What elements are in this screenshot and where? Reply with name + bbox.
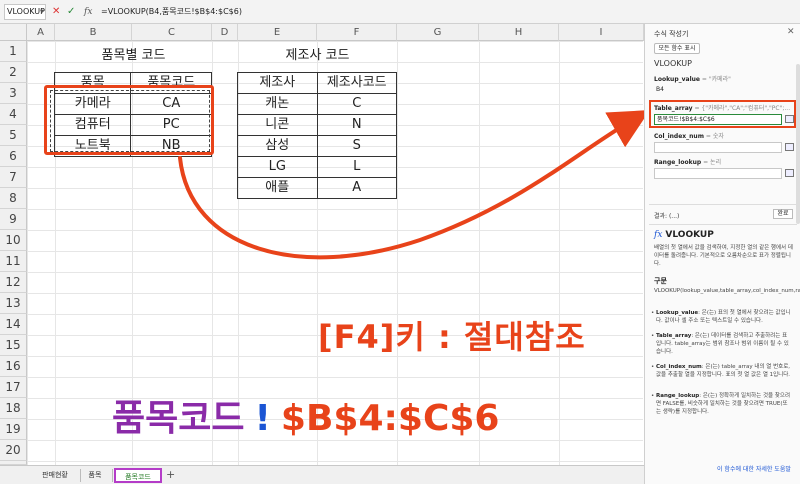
chevron-down-icon[interactable]: ▼: [40, 9, 44, 15]
table-cell[interactable]: A: [316, 177, 398, 199]
column-header-d[interactable]: D: [212, 24, 238, 41]
cancel-icon[interactable]: ✕: [52, 6, 60, 18]
sheet-tab-item-codes[interactable]: 품목코드: [114, 468, 162, 483]
row-header[interactable]: 3: [0, 83, 27, 104]
sheet-tab-items[interactable]: 품목: [82, 468, 108, 483]
row-header[interactable]: 14: [0, 314, 27, 335]
collapse-dialog-icon[interactable]: [785, 115, 794, 123]
select-all-corner[interactable]: [0, 24, 27, 41]
add-sheet-button[interactable]: +: [166, 468, 175, 482]
column-header-a[interactable]: A: [27, 24, 55, 41]
result-label: 결과: (...): [654, 213, 680, 220]
sheet-tabs: 판매현황 품목 품목코드 +: [0, 465, 644, 484]
sheet-tab-sales[interactable]: 판매현황: [34, 468, 76, 483]
arg-help: Table_array: 은(는) 데이터를 검색하고 추출하려는 표입니다. …: [651, 332, 792, 356]
arg-label: Col_index_num = 숫자: [654, 133, 724, 140]
table-header-cell[interactable]: 제조사코드: [316, 72, 398, 94]
row-header[interactable]: 7: [0, 167, 27, 188]
row-header[interactable]: 15: [0, 335, 27, 356]
right-table: 제조사 제조사코드 캐논 C 니콘 N 삼성 S LG L 애플 A: [237, 72, 398, 199]
highlight-box: [44, 85, 214, 155]
row-header[interactable]: 2: [0, 62, 27, 83]
row-header[interactable]: 10: [0, 230, 27, 251]
insert-function-icon[interactable]: fx: [84, 6, 92, 18]
row-header[interactable]: 16: [0, 356, 27, 377]
table-array-input[interactable]: 품목코드!$B$4:$C$6: [654, 114, 782, 125]
table-header-cell[interactable]: 제조사: [237, 72, 318, 94]
column-header-f[interactable]: F: [317, 24, 397, 41]
row-header[interactable]: 12: [0, 272, 27, 293]
arg-label: Range_lookup = 논리: [654, 159, 722, 166]
formula-builder-pane: 수식 작성기 ✕ 모든 함수 표시 VLOOKUP Lookup_value =…: [644, 24, 800, 484]
lookup-value-input[interactable]: B4: [654, 85, 782, 96]
syntax-text: VLOOKUP(lookup_value,table_array,col_ind…: [654, 288, 800, 294]
table-cell[interactable]: 삼성: [237, 135, 318, 157]
enter-icon[interactable]: ✓: [67, 6, 75, 18]
reference-range: $B$4:$C$6: [280, 398, 500, 439]
table-cell[interactable]: N: [316, 114, 398, 136]
table-cell[interactable]: L: [316, 156, 398, 178]
help-title: fx VLOOKUP: [654, 230, 714, 240]
arg-help: Range_lookup: 은(는) 정확하게 일치하는 것을 찾으려면 FAL…: [651, 392, 792, 416]
row-header[interactable]: 6: [0, 146, 27, 167]
column-header-h[interactable]: H: [479, 24, 559, 41]
collapse-dialog-icon[interactable]: [785, 143, 794, 151]
function-icon: fx: [654, 230, 663, 240]
right-table-title: 제조사 코드: [285, 48, 350, 63]
row-header[interactable]: 5: [0, 125, 27, 146]
table-cell[interactable]: C: [316, 93, 398, 115]
arg-help: Col_index_num: 은(는) table_array 내의 열 번호로…: [651, 363, 792, 379]
show-all-functions-button[interactable]: 모든 함수 표시: [654, 43, 700, 54]
column-header-e[interactable]: E: [238, 24, 317, 41]
row-header[interactable]: 11: [0, 251, 27, 272]
formula-input[interactable]: =VLOOKUP(B4,품목코드!$B$4:$C$6): [101, 5, 242, 19]
row-header[interactable]: 17: [0, 377, 27, 398]
row-header[interactable]: 18: [0, 398, 27, 419]
left-table-title: 품목별 코드: [101, 48, 166, 63]
col-index-input[interactable]: [654, 142, 782, 153]
pane-scrollbar[interactable]: [796, 64, 800, 224]
row-header[interactable]: 13: [0, 293, 27, 314]
pane-title: 수식 작성기: [654, 30, 689, 38]
row-header[interactable]: 9: [0, 209, 27, 230]
collapse-dialog-icon[interactable]: [785, 169, 794, 177]
row-header[interactable]: 8: [0, 188, 27, 209]
table-cell[interactable]: S: [316, 135, 398, 157]
column-header-i[interactable]: I: [559, 24, 644, 41]
arg-help: Lookup_value: 은(는) 표의 첫 열에서 찾으려는 값입니다. 값…: [651, 309, 792, 325]
row-header[interactable]: 4: [0, 104, 27, 125]
syntax-heading: 구문: [654, 277, 667, 285]
column-header-c[interactable]: C: [132, 24, 212, 41]
table-cell[interactable]: 니콘: [237, 114, 318, 136]
function-name: VLOOKUP: [654, 59, 692, 68]
done-button[interactable]: 완료: [773, 209, 793, 219]
reference-annotation: 품목코드! $B$4:$C$6: [112, 394, 499, 450]
row-header[interactable]: 20: [0, 440, 27, 461]
table-cell[interactable]: 애플: [237, 177, 318, 199]
arg-label: Lookup_value = "카메라": [654, 76, 731, 83]
table-cell[interactable]: LG: [237, 156, 318, 178]
close-icon[interactable]: ✕: [787, 27, 795, 37]
row-header[interactable]: 1: [0, 41, 27, 62]
reference-separator: !: [254, 398, 271, 439]
formula-bar: VLOOKUP ▼ ✕ ✓ fx =VLOOKUP(B4,품목코드!$B$4:$…: [0, 0, 800, 24]
more-help-link[interactable]: 이 함수에 대한 자세한 도움말: [717, 464, 791, 473]
arg-label: Table_array = {"카메라","CA";"컴퓨터","PC";...: [654, 105, 791, 112]
column-header-b[interactable]: B: [55, 24, 132, 41]
help-description: 배열의 첫 열에서 값을 검색하여, 지정한 열의 같은 행에서 데이터를 돌려…: [654, 245, 793, 267]
f4-absolute-reference-label: [F4]키 : 절대참조: [318, 318, 586, 356]
reference-sheet-name: 품목코드: [112, 398, 245, 439]
range-lookup-input[interactable]: [654, 168, 782, 179]
column-header-g[interactable]: G: [397, 24, 479, 41]
row-header[interactable]: 19: [0, 419, 27, 440]
table-cell[interactable]: 캐논: [237, 93, 318, 115]
